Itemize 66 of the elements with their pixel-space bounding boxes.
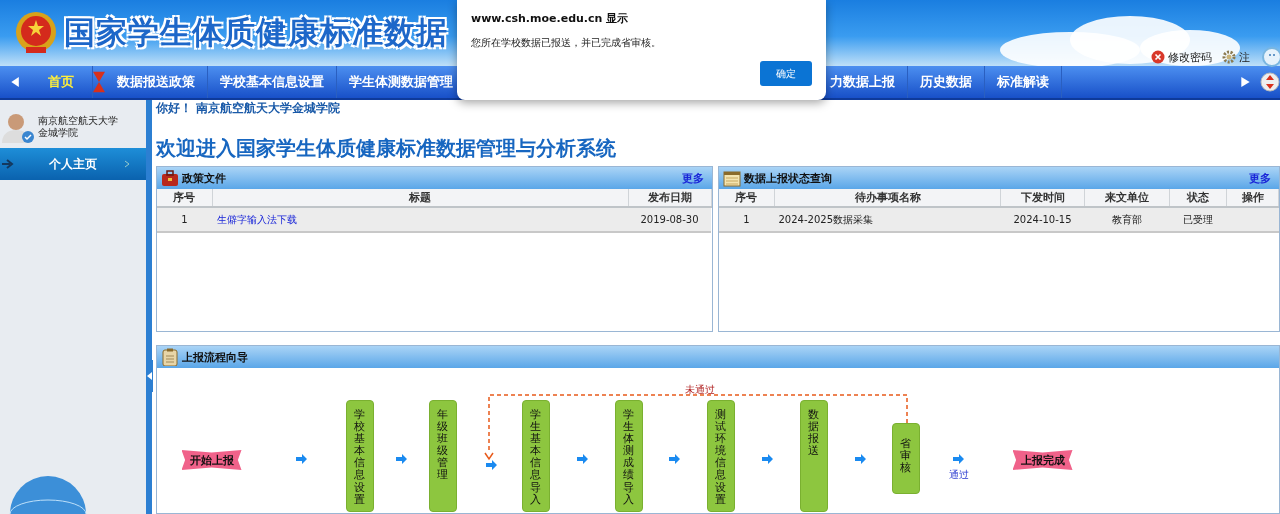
settings-link[interactable]: 注 — [1222, 49, 1250, 65]
rejected-label: 未通过 — [684, 383, 715, 397]
column-header: 序号 — [156, 189, 213, 207]
clipboard-icon — [160, 348, 179, 366]
sidebar-item[interactable]: 个人主页 — [0, 148, 146, 180]
flow-step[interactable]: 年级班级管理 — [428, 400, 457, 512]
arrow-right-icon — [952, 454, 964, 464]
triangle-right-icon — [1239, 77, 1251, 87]
arrow-right-icon — [485, 460, 497, 470]
panel-title: 数据上报状态查询 — [743, 170, 833, 186]
page-heading: 欢迎进入国家学生体质健康标准数据管理与分析系统 — [155, 136, 617, 160]
arrow-right-icon — [761, 454, 773, 464]
column-header: 待办事项名称 — [774, 189, 1001, 207]
flow-step[interactable]: 学生基本信息导入 — [521, 400, 550, 512]
close-circle-icon — [1151, 50, 1165, 64]
arrow-right-icon — [668, 454, 680, 464]
table-cell: 1 — [718, 207, 775, 232]
table-cell: 1 — [156, 207, 213, 232]
column-header: 状态 — [1169, 189, 1227, 207]
flow-step[interactable]: 学校基本信息设置 — [345, 400, 374, 512]
column-header: 发布日期 — [628, 189, 711, 207]
column-header: 下发时间 — [1000, 189, 1085, 207]
arrow-right-icon — [2, 159, 14, 169]
toolbox-icon — [160, 169, 179, 187]
table-cell: 2024-10-15 — [1000, 207, 1085, 232]
nav-tab[interactable]: 学校基本信息设置 — [208, 66, 337, 98]
panel-title: 政策文件 — [181, 170, 227, 186]
table-cell: 教育部 — [1084, 207, 1170, 232]
nav-tab[interactable]: 标准解读 — [985, 66, 1062, 98]
start-badge: 开始上报 — [181, 450, 242, 470]
document-link[interactable]: 生僻字输入法下载 — [216, 213, 297, 225]
flow-step[interactable]: 测试环境信息设置 — [706, 400, 735, 512]
arrow-right-icon — [576, 454, 588, 464]
dialog-title: www.csh.moe.edu.cn 显示 — [471, 11, 630, 26]
more-link[interactable]: 更多 — [681, 170, 704, 186]
ok-button[interactable]: 确定 — [760, 61, 812, 86]
up-down-icon[interactable] — [1260, 72, 1280, 92]
column-header: 序号 — [718, 189, 775, 207]
arrow-right-icon — [395, 454, 407, 464]
table-cell: 2024-2025数据采集 — [774, 207, 1001, 232]
triangle-left-icon — [9, 77, 21, 87]
table-cell: 2019-08-30 — [628, 207, 711, 232]
nav-tab[interactable]: 数据报送政策 — [105, 66, 208, 98]
gear-icon — [1222, 50, 1236, 64]
flow-step[interactable]: 省审核 — [891, 423, 920, 494]
flow-step[interactable]: 数据报送 — [799, 400, 828, 512]
emblem-icon — [14, 11, 58, 55]
column-header: 操作 — [1226, 189, 1279, 207]
column-header: 标题 — [212, 189, 628, 207]
end-badge: 上报完成 — [1012, 450, 1073, 470]
arrow-right-icon — [854, 454, 866, 464]
arrow-right-icon — [295, 454, 307, 464]
triangle-left-icon — [146, 372, 152, 380]
calendar-icon — [722, 169, 741, 187]
more-link[interactable]: 更多 — [1249, 170, 1271, 186]
nav-tab[interactable]: 历史数据 — [908, 66, 985, 98]
flow-step[interactable]: 学生体测成绩导入 — [614, 400, 643, 512]
column-header: 来文单位 — [1084, 189, 1170, 207]
greeting-text: 你好！ 南京航空航天大学金城学院 — [155, 100, 341, 117]
site-title: 国家学生体质健康标准数据 — [64, 13, 448, 52]
nav-tab[interactable]: 首页 — [30, 66, 93, 98]
panel-title: 上报流程向导 — [181, 349, 249, 365]
user-name: 南京航空航天大学金城学院 — [38, 115, 119, 139]
dialog-message: 您所在学校数据已报送，并已完成省审核。 — [471, 36, 662, 50]
passed-label: 通过 — [948, 468, 969, 482]
chevron-right-icon — [123, 160, 130, 168]
